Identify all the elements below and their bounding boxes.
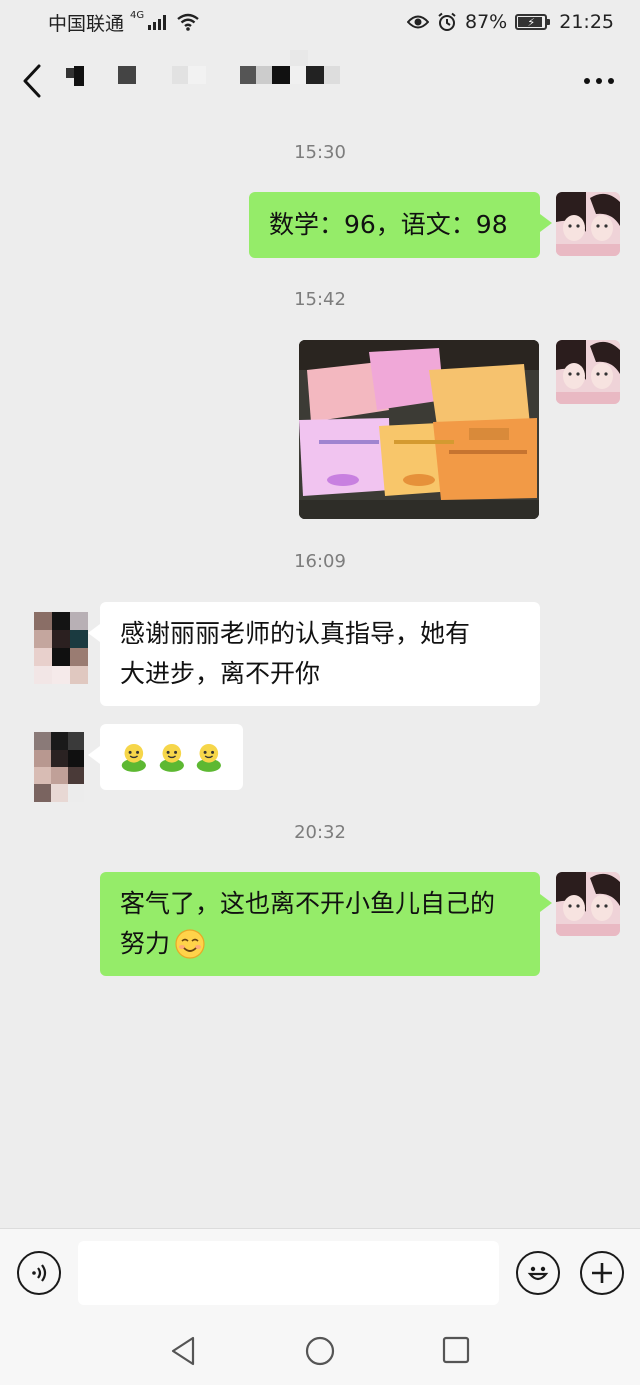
- timestamp: 15:42: [294, 289, 346, 310]
- plus-icon[interactable]: [580, 1251, 624, 1295]
- battery-percent: 87%: [465, 11, 508, 33]
- timestamp: 16:09: [294, 551, 346, 572]
- input-bar: [0, 1228, 640, 1316]
- status-bar: 中国联通 4G 87% ⚡ 21:25: [0, 0, 640, 44]
- message-bubble-incoming[interactable]: 感谢丽丽老师的认真指导，她有 大进步，离不开你: [88, 602, 540, 706]
- image-message[interactable]: [299, 340, 539, 519]
- chat-title-pixelated: [60, 50, 360, 102]
- avatar[interactable]: [556, 340, 620, 404]
- message-bubble-outgoing[interactable]: 数学：96，语文：98: [249, 192, 552, 258]
- network-type-label: 4G: [130, 9, 145, 21]
- timestamp: 20:32: [294, 822, 346, 843]
- system-nav-bar: [0, 1316, 640, 1385]
- avatar[interactable]: [556, 872, 620, 936]
- chat-header: [0, 44, 640, 118]
- eye-icon: [407, 15, 429, 29]
- voice-icon[interactable]: [17, 1251, 61, 1295]
- more-horizontal-icon[interactable]: [580, 70, 618, 92]
- status-left: 中国联通 4G: [48, 9, 200, 36]
- message-bubble-incoming[interactable]: [88, 724, 243, 790]
- alarm-icon: [438, 12, 456, 31]
- message-text-line: 感谢丽丽老师的认真指导，她有: [120, 619, 471, 648]
- avatar[interactable]: [556, 192, 620, 256]
- timestamp: 15:30: [294, 142, 346, 163]
- avatar-pixelated[interactable]: [34, 612, 88, 684]
- green-smiley-icon: [121, 743, 146, 772]
- avatar-pixelated[interactable]: [34, 732, 84, 802]
- message-text: 数学：96，语文：98: [269, 210, 508, 239]
- green-smiley-icon: [159, 743, 184, 772]
- carrier-label: 中国联通: [48, 12, 125, 35]
- triangle-back-icon[interactable]: [170, 1336, 196, 1370]
- green-smiley-icon: [197, 743, 222, 772]
- square-recent-icon[interactable]: [442, 1336, 470, 1368]
- message-input[interactable]: [78, 1241, 499, 1305]
- message-text-line-2: 努力: [120, 924, 520, 964]
- clock: 21:25: [559, 11, 614, 33]
- emoji-face-icon[interactable]: [516, 1251, 560, 1295]
- battery-icon: ⚡: [515, 14, 551, 30]
- signal-icon: [148, 14, 167, 30]
- message-bubble-outgoing[interactable]: 客气了，这也离不开小鱼儿自己的 努力: [100, 872, 552, 976]
- status-right: 87% ⚡ 21:25: [407, 11, 614, 33]
- smile-emoji-icon: [175, 929, 205, 959]
- wifi-icon: [177, 13, 199, 31]
- message-text-line: 客气了，这也离不开小鱼儿自己的: [120, 889, 496, 918]
- chevron-left-icon[interactable]: [22, 61, 48, 101]
- circle-home-icon[interactable]: [305, 1336, 335, 1370]
- message-text-line: 努力: [120, 929, 171, 958]
- message-text-line: 大进步，离不开你: [120, 659, 321, 688]
